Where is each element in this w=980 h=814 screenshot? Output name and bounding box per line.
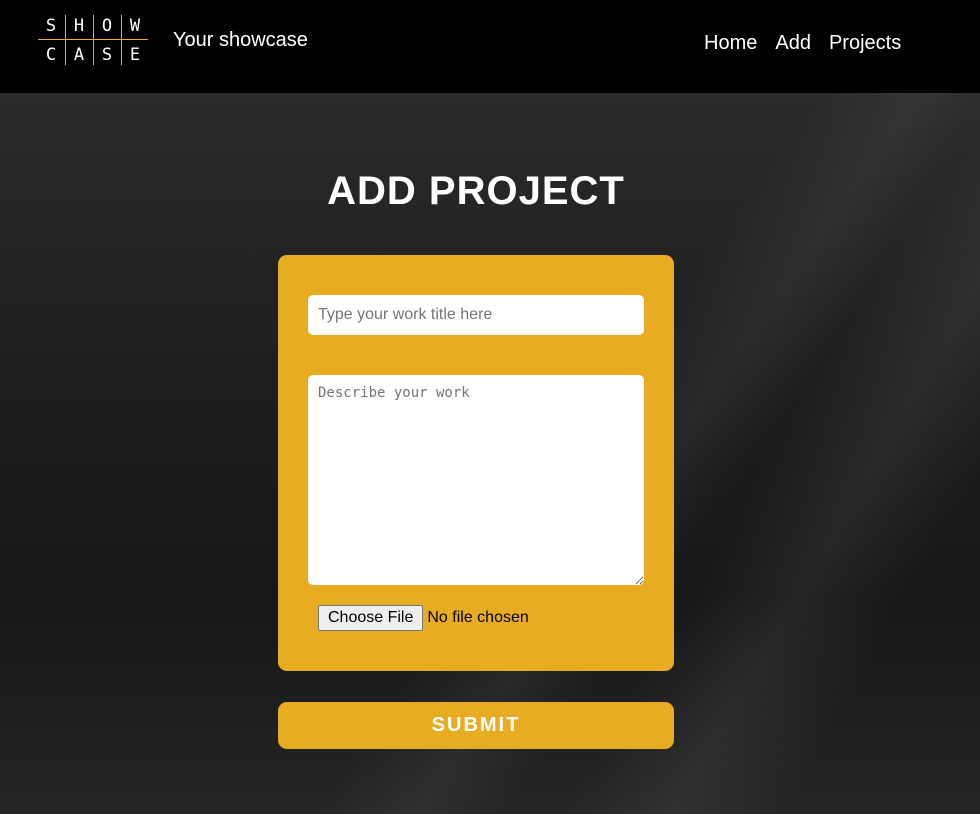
logo-letter: O bbox=[101, 16, 113, 36]
submit-button[interactable]: SUBMIT bbox=[278, 702, 674, 749]
page-title: ADD PROJECT bbox=[327, 169, 625, 213]
logo-letter: A bbox=[73, 45, 85, 65]
logo-grid-line bbox=[121, 15, 122, 65]
choose-file-button[interactable]: Choose File bbox=[318, 605, 424, 631]
logo-letter: S bbox=[45, 16, 57, 36]
nav-link-add[interactable]: Add bbox=[775, 31, 811, 55]
logo-letter: E bbox=[129, 45, 141, 65]
site-header: S H O W C A S E Your showcase Home Add P… bbox=[0, 0, 980, 93]
main-nav: Home Add Projects bbox=[704, 31, 901, 55]
logo-letter: W bbox=[129, 16, 141, 36]
nav-link-projects[interactable]: Projects bbox=[829, 31, 901, 55]
site-tagline: Your showcase bbox=[173, 29, 308, 51]
logo-letter: S bbox=[101, 45, 113, 65]
file-status-text: No file chosen bbox=[427, 609, 529, 626]
logo-grid-line bbox=[93, 15, 94, 65]
work-description-textarea[interactable] bbox=[308, 375, 644, 585]
logo-letter: H bbox=[73, 16, 85, 36]
file-upload: Choose File No file chosen bbox=[318, 605, 529, 631]
nav-link-home[interactable]: Home bbox=[704, 31, 757, 55]
logo-letter: C bbox=[45, 45, 57, 65]
work-title-input[interactable] bbox=[308, 295, 644, 335]
logo-grid-line bbox=[65, 15, 66, 65]
add-project-form: Choose File No file chosen bbox=[278, 255, 674, 671]
showcase-logo[interactable]: S H O W C A S E bbox=[38, 15, 148, 65]
